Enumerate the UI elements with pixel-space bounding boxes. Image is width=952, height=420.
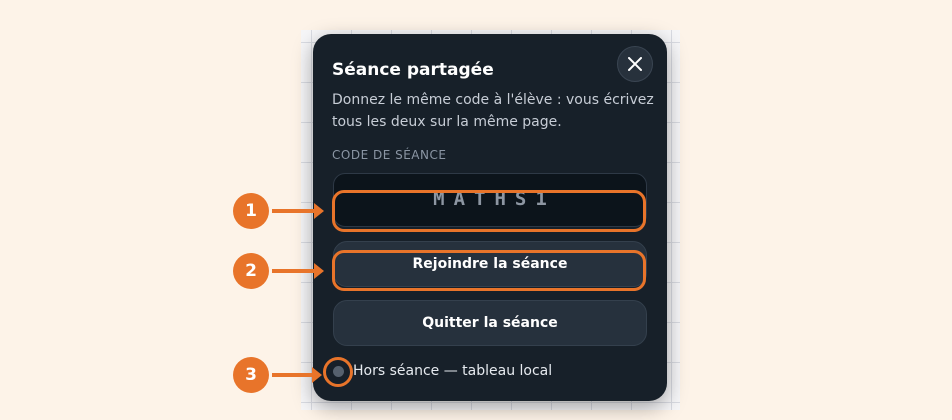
quit-session-button[interactable]: Quitter la séance <box>333 300 647 346</box>
annotation-badge-2: 2 <box>233 253 269 289</box>
dialog-title: Séance partagée <box>332 60 494 80</box>
close-button[interactable] <box>617 46 653 82</box>
dialog-description: Donnez le même code à l'élève : vous écr… <box>332 92 654 130</box>
session-status: Hors séance — tableau local <box>333 363 552 379</box>
session-status-text: Hors séance — tableau local <box>353 363 553 379</box>
quit-session-label: Quitter la séance <box>422 315 558 331</box>
shared-session-dialog: Séance partagée Donnez le même code à l'… <box>313 34 667 401</box>
session-code-label: CODE DE SÉANCE <box>332 148 447 162</box>
annotation-badge-3: 3 <box>233 357 269 393</box>
close-icon <box>628 57 642 71</box>
join-session-button[interactable]: Rejoindre la séance <box>333 241 647 287</box>
session-code-input[interactable]: MATHS1 <box>333 173 647 227</box>
join-session-label: Rejoindre la séance <box>412 256 568 272</box>
annotation-badge-1: 1 <box>233 193 269 229</box>
status-dot <box>333 365 344 377</box>
